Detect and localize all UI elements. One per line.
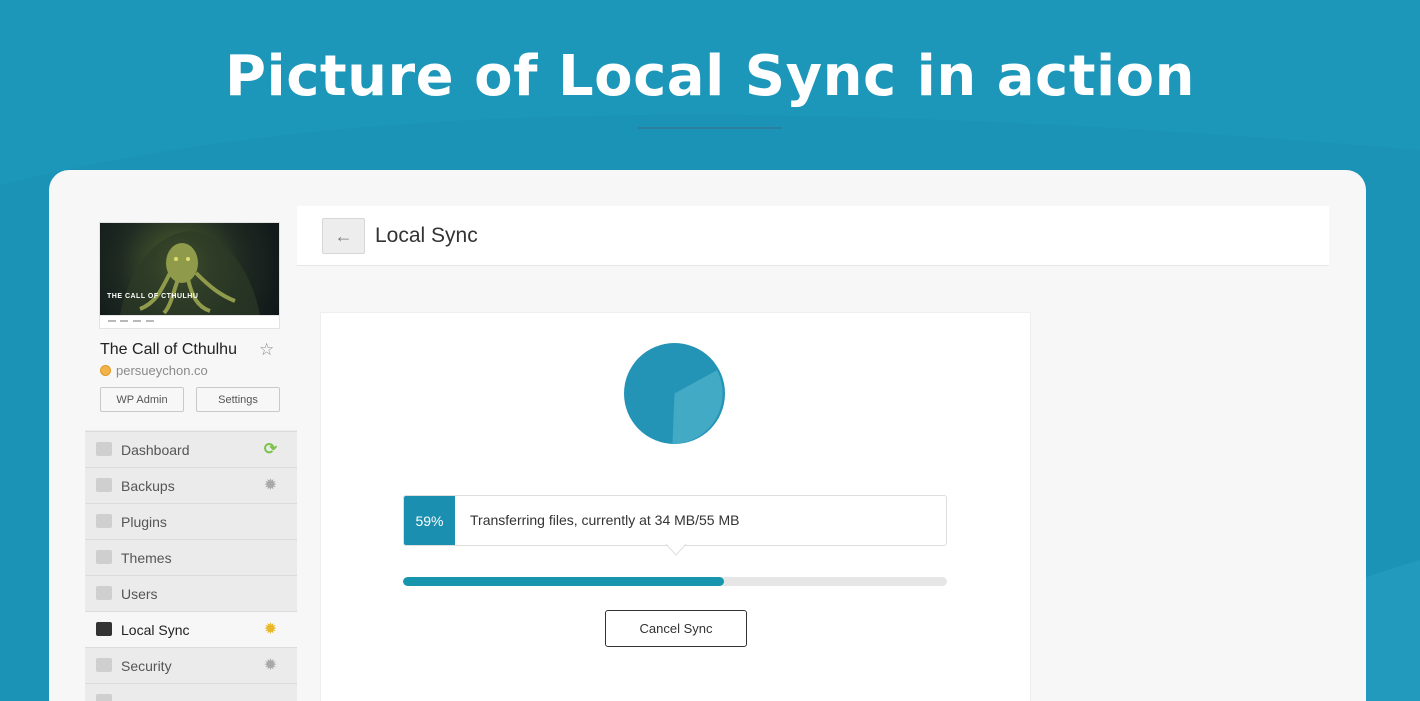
local-sync-icon [96, 622, 112, 636]
gear-icon[interactable]: ✹ [262, 657, 279, 674]
app-window: THE CALL OF CTHULHU The Call of Cthulhu … [49, 170, 1366, 701]
page-title: Local Sync [375, 224, 478, 247]
site-panel: THE CALL OF CTHULHU The Call of Cthulhu … [85, 206, 297, 430]
sync-panel: 59% Transferring files, currently at 34 … [321, 313, 1030, 701]
thumbnail-nav-link [120, 320, 128, 322]
sidebar-item-dashboard[interactable]: Dashboard ⟳ [85, 431, 297, 467]
cthulhu-illustration [120, 231, 260, 315]
progress-percent-badge: 59% [404, 496, 455, 545]
tooltip-caret [666, 544, 686, 556]
sidebar-item-label: Backups [121, 477, 175, 494]
sidebar-item-label: Plugins [121, 513, 167, 530]
progress-bar [403, 577, 947, 586]
monitor-icon [96, 442, 112, 456]
sidebar-item-partial[interactable] [85, 683, 297, 701]
page-header: ← Local Sync [297, 206, 1329, 266]
plug-icon [96, 514, 112, 528]
sync-status-text: Transferring files, currently at 34 MB/5… [470, 512, 740, 528]
sync-progress-pie [624, 343, 725, 444]
star-icon[interactable]: ☆ [259, 340, 274, 360]
thumbnail-nav [100, 315, 279, 328]
cancel-sync-button[interactable]: Cancel Sync [605, 610, 747, 647]
sync-icon[interactable]: ⟳ [262, 441, 279, 458]
gear-icon[interactable]: ✹ [262, 477, 279, 494]
thumbnail-nav-link [108, 320, 116, 322]
backup-icon [96, 478, 112, 492]
sidebar-item-label: Themes [121, 549, 172, 566]
thumbnail-nav-link [146, 320, 154, 322]
user-icon [96, 586, 112, 600]
gear-icon[interactable]: ✹ [262, 621, 279, 638]
wp-admin-button[interactable]: WP Admin [100, 387, 184, 412]
nav-icon [96, 694, 112, 701]
arrow-left-icon: ← [334, 225, 353, 246]
shield-icon [96, 658, 112, 672]
sidebar-item-label: Local Sync [121, 621, 190, 638]
site-name[interactable]: The Call of Cthulhu [100, 341, 237, 359]
sidebar: THE CALL OF CTHULHU The Call of Cthulhu … [85, 206, 297, 701]
sidebar-item-users[interactable]: Users [85, 575, 297, 611]
site-thumbnail[interactable]: THE CALL OF CTHULHU [100, 223, 279, 328]
headline-divider [638, 127, 782, 129]
thumbnail-nav-link [133, 320, 141, 322]
back-button[interactable]: ← [322, 218, 365, 254]
site-domain-row[interactable]: persueychon.co [100, 363, 208, 378]
sidebar-item-backups[interactable]: Backups ✹ [85, 467, 297, 503]
progress-bar-fill [403, 577, 724, 586]
banner-headline: Picture of Local Sync in action [224, 44, 1196, 109]
sync-status-box: 59% Transferring files, currently at 34 … [403, 495, 947, 556]
sidebar-item-plugins[interactable]: Plugins [85, 503, 297, 539]
sidebar-item-security[interactable]: Security ✹ [85, 647, 297, 683]
globe-icon [100, 365, 111, 376]
sidebar-item-label: Dashboard [121, 441, 190, 458]
sidebar-item-themes[interactable]: Themes [85, 539, 297, 575]
settings-button[interactable]: Settings [196, 387, 280, 412]
thumbnail-title: THE CALL OF CTHULHU [107, 293, 199, 300]
sidebar-nav: Dashboard ⟳ Backups ✹ Plugins Themes Use… [85, 431, 297, 701]
thumbnail-artwork: THE CALL OF CTHULHU [100, 223, 279, 315]
site-domain: persueychon.co [116, 363, 208, 378]
sidebar-item-label: Security [121, 657, 172, 674]
sidebar-item-local-sync[interactable]: Local Sync ✹ [85, 611, 297, 647]
sidebar-item-label: Users [121, 585, 158, 602]
palette-icon [96, 550, 112, 564]
